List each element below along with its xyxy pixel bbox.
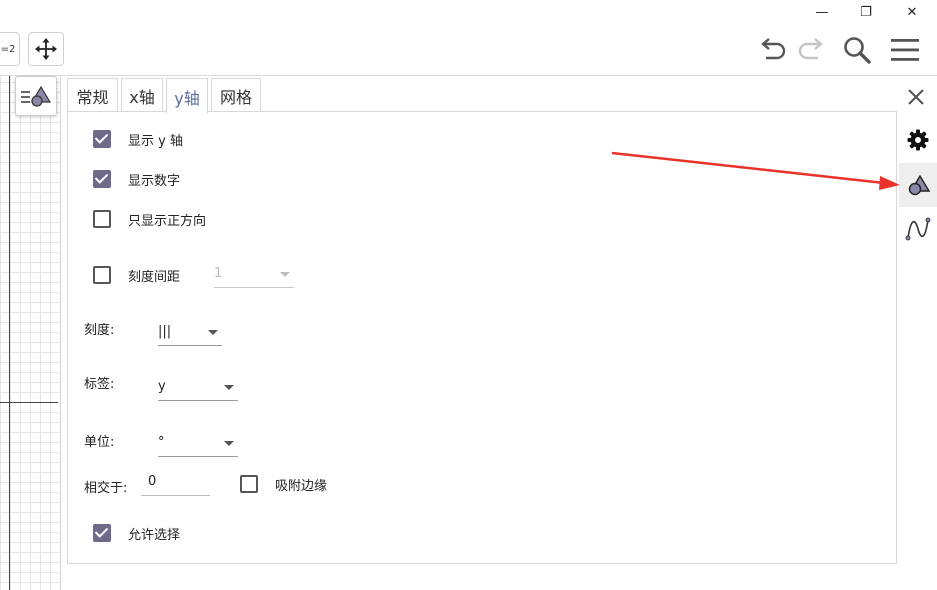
unit-value: ° [158,435,165,450]
tab-grid[interactable]: 网格 [211,78,261,112]
y-axis [9,76,10,590]
tick-distance-checkbox[interactable] [93,266,111,284]
close-window-icon: ✕ [906,4,918,20]
show-numbers-label: 显示数字 [128,174,181,189]
style-bar-icon [21,85,52,107]
chevron-down-icon [280,272,290,277]
ticks-select[interactable]: ||| [158,320,222,346]
unit-label: 单位: [84,435,115,450]
redo-icon [798,38,823,60]
undo-button[interactable] [757,34,789,66]
close-window-button[interactable]: ✕ [889,0,935,24]
redo-button[interactable] [795,34,827,66]
close-icon [908,89,924,105]
tab-general[interactable]: 常规 [67,78,118,112]
maximize-button[interactable]: ❐ [843,0,889,24]
chevron-down-icon [224,385,234,390]
gear-icon [907,129,929,151]
show-y-axis-checkbox[interactable] [93,130,111,148]
minimize-icon: — [815,4,829,20]
partial-tool-label: =2 [0,43,16,55]
axis-label-select[interactable]: y [158,375,238,401]
close-settings-button[interactable] [903,84,929,110]
tick-distance-label: 刻度间距 [128,270,181,285]
cross-at-input[interactable]: 0 [141,470,210,496]
graphics-style-bar-button[interactable] [15,76,57,116]
tab-y-axis[interactable]: y轴 [166,78,208,114]
positive-direction-only-label: 只显示正方向 [128,214,207,229]
cross-at-label: 相交于: [84,481,128,496]
axis-label-label: 标签: [84,377,115,392]
show-y-axis-label: 显示 y 轴 [128,134,183,149]
move-icon [35,38,57,60]
tab-x-axis-label: x轴 [129,87,155,107]
tick-distance-select[interactable]: 1 [214,262,294,288]
tab-general-label: 常规 [76,87,109,107]
sidebar-item-graphics[interactable] [899,163,937,207]
menu-icon [891,39,919,61]
undo-icon [761,38,786,60]
title-bar: — ❐ ✕ [0,0,937,24]
move-tool-button[interactable] [28,32,64,66]
x-axis [0,402,58,403]
panel-divider [60,76,61,590]
positive-direction-only-checkbox[interactable] [93,210,111,228]
ticks-label: 刻度: [84,323,115,338]
stick-to-edge-checkbox[interactable] [240,475,258,493]
chevron-down-icon [208,330,218,335]
stick-to-edge-label: 吸附边缘 [275,479,328,494]
tick-distance-value: 1 [214,266,223,281]
maximize-icon: ❐ [860,4,872,20]
chevron-down-icon [224,441,234,446]
graphics-style-icon [908,174,931,196]
toolbar: =2 [0,24,937,76]
axis-label-value: y [158,379,166,394]
sidebar-item-general-settings[interactable] [899,118,937,162]
main-menu-button[interactable] [889,34,921,66]
tab-grid-label: 网格 [219,87,252,107]
search-button[interactable] [841,34,873,66]
show-numbers-checkbox[interactable] [93,170,111,188]
search-icon [844,37,871,64]
function-curve-icon [905,217,931,241]
tab-y-axis-label: y轴 [174,88,200,108]
minimize-button[interactable]: — [799,0,845,24]
tab-x-axis[interactable]: x轴 [121,78,163,112]
ticks-value: ||| [158,324,172,339]
partial-tool-button[interactable]: =2 [0,32,20,66]
allow-selection-label: 允许选择 [128,528,181,543]
unit-select[interactable]: ° [158,431,238,457]
cross-at-value: 0 [148,474,157,489]
allow-selection-checkbox[interactable] [93,524,111,542]
sidebar-item-algebra[interactable] [899,207,937,251]
